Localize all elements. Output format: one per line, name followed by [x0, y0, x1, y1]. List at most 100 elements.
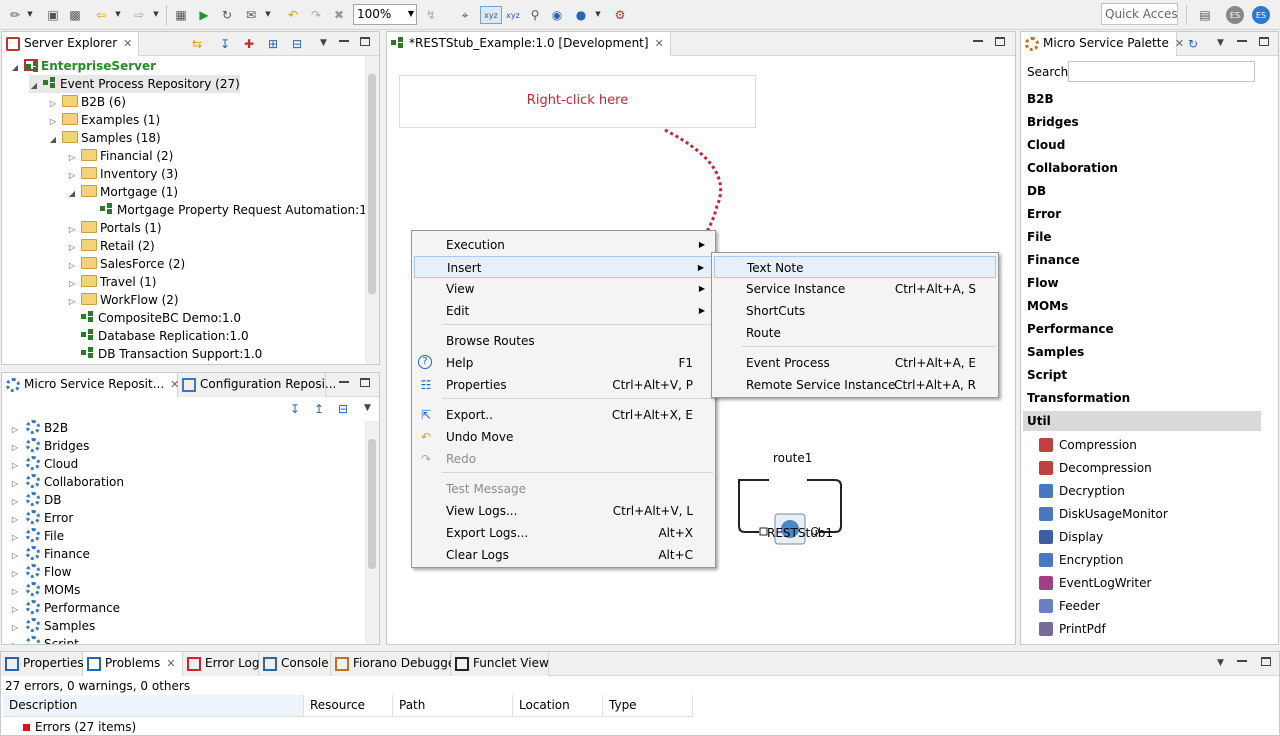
collapse-all-icon[interactable]: ⊟: [288, 35, 306, 53]
tab-error-log[interactable]: Error Log: [183, 652, 260, 676]
palette-category[interactable]: MOMs: [1027, 296, 1068, 316]
context-menu-item[interactable]: Clear Logs Alt+C: [414, 544, 713, 566]
save-icon[interactable]: ▣: [44, 6, 62, 24]
tree-item[interactable]: ▷ Financial (2): [67, 147, 173, 165]
view-menu-icon[interactable]: ▼: [1217, 38, 1224, 48]
submenu-item[interactable]: Text Note: [714, 256, 996, 278]
save-all-icon[interactable]: ▩: [66, 6, 84, 24]
export-icon[interactable]: ↥: [310, 400, 328, 418]
maximize-button[interactable]: [360, 37, 370, 46]
context-menu-item[interactable]: Insert ▶: [414, 256, 713, 278]
open-perspective-icon[interactable]: ▤: [1196, 6, 1214, 24]
repo-item[interactable]: ▷ Cloud: [10, 455, 78, 473]
palette-category[interactable]: Flow: [1027, 273, 1059, 293]
tab-server-explorer[interactable]: Server Explorer ✕: [2, 32, 140, 56]
context-menu-item[interactable]: Browse Routes: [414, 330, 713, 352]
route-label[interactable]: route1: [771, 451, 815, 465]
context-menu-item[interactable]: ☷ Properties Ctrl+Alt+V, P: [414, 374, 713, 396]
context-menu-item[interactable]: Edit ▶: [414, 300, 713, 322]
palette-category[interactable]: Error: [1027, 204, 1061, 224]
xyz-icon[interactable]: xyz: [504, 6, 522, 24]
column-header[interactable]: Type: [603, 695, 693, 717]
close-icon[interactable]: ✕: [123, 37, 132, 50]
tree-item[interactable]: ▷ Portals (1): [67, 219, 162, 237]
column-header[interactable]: Resource: [304, 695, 393, 717]
palette-item[interactable]: Display: [1039, 527, 1103, 547]
tree-item[interactable]: ◢ Event Process Repository (27): [29, 75, 240, 93]
forward-icon[interactable]: ⇨: [130, 6, 148, 24]
mail-dropdown[interactable]: ▼: [264, 9, 272, 19]
palette-item[interactable]: Compression: [1039, 435, 1137, 455]
submenu-item[interactable]: ShortCuts: [714, 300, 996, 322]
refresh-palette-icon[interactable]: ↻: [1184, 35, 1202, 53]
tree-item[interactable]: ▷ Inventory (3): [67, 165, 178, 183]
palette-category[interactable]: Cloud: [1027, 135, 1065, 155]
collapse-icon[interactable]: ◢: [29, 77, 39, 95]
tree-item[interactable]: ▷ WorkFlow (2): [67, 291, 179, 309]
palette-item[interactable]: Decryption: [1039, 481, 1125, 501]
palette-item[interactable]: EventLogWriter: [1039, 573, 1151, 593]
repo-item[interactable]: ▷ Flow: [10, 563, 71, 581]
back-dropdown[interactable]: ▼: [114, 9, 122, 19]
close-icon[interactable]: ✕: [655, 37, 664, 50]
run-icon[interactable]: ▶: [195, 6, 213, 24]
close-icon[interactable]: ✕: [1175, 37, 1184, 50]
tab-problems[interactable]: Problems ✕: [83, 652, 183, 676]
minimize-button[interactable]: [339, 381, 349, 383]
perspective-es-gray-icon[interactable]: ES: [1226, 6, 1244, 24]
import-icon[interactable]: ↧: [216, 35, 234, 53]
mail-icon[interactable]: ✉: [242, 6, 260, 24]
repo-item[interactable]: ▷ Collaboration: [10, 473, 124, 491]
find-icon[interactable]: ⚲: [526, 6, 544, 24]
repository-scrollbar[interactable]: [365, 421, 379, 644]
context-menu-item[interactable]: View Logs... Ctrl+Alt+V, L: [414, 500, 713, 522]
repo-item[interactable]: ▷ DB: [10, 491, 61, 509]
calendar-icon[interactable]: ▦: [172, 6, 190, 24]
context-menu-item[interactable]: ⇱ Export.. Ctrl+Alt+X, E: [414, 404, 713, 426]
tree-item[interactable]: ▷ Examples (1): [48, 111, 160, 129]
submenu-item[interactable]: Route: [714, 322, 996, 344]
tree-item[interactable]: CompositeBC Demo:1.0: [67, 309, 241, 327]
column-header[interactable]: Description: [3, 695, 304, 717]
close-icon[interactable]: ✕: [166, 657, 175, 670]
repo-item[interactable]: ▷ Bridges: [10, 437, 89, 455]
context-menu-item[interactable]: ↶ Undo Move: [414, 426, 713, 448]
minimize-button[interactable]: [1237, 660, 1247, 662]
expand-all-icon[interactable]: ⊞: [264, 35, 282, 53]
submenu-item[interactable]: Service Instance Ctrl+Alt+A, S: [714, 278, 996, 300]
repo-item[interactable]: ▷ Finance: [10, 545, 90, 563]
palette-category[interactable]: Script: [1027, 365, 1067, 385]
tree-item[interactable]: Mortgage Property Request Automation:1.0: [86, 201, 378, 219]
palette-category[interactable]: Bridges: [1027, 112, 1079, 132]
collapse-icon[interactable]: ◢: [48, 131, 58, 149]
palette-item[interactable]: Encryption: [1039, 550, 1123, 570]
minimize-button[interactable]: [973, 40, 983, 42]
palette-category[interactable]: Transformation: [1027, 388, 1130, 408]
column-header[interactable]: Path: [393, 695, 513, 717]
forward-dropdown[interactable]: ▼: [152, 9, 160, 19]
table-row[interactable]: Errors (27 items): [23, 720, 136, 734]
import-icon[interactable]: ↧: [286, 400, 304, 418]
xyz-layout-icon[interactable]: xyz: [480, 6, 502, 24]
tree-item[interactable]: ▷ SalesForce (2): [67, 255, 185, 273]
palette-category[interactable]: Finance: [1027, 250, 1080, 270]
palette-category[interactable]: Samples: [1027, 342, 1084, 362]
redo-icon[interactable]: ↷: [307, 6, 325, 24]
server-tree-scrollbar[interactable]: [365, 56, 379, 364]
palette-scrollbar[interactable]: [1264, 56, 1278, 644]
maximize-button[interactable]: [1261, 657, 1271, 666]
palette-item[interactable]: DiskUsageMonitor: [1039, 504, 1168, 524]
sync-icon[interactable]: ⇆: [188, 35, 206, 53]
view-menu-icon[interactable]: ▼: [1217, 658, 1224, 668]
submenu-item[interactable]: Remote Service Instance Ctrl+Alt+A, R: [714, 374, 996, 396]
maximize-button[interactable]: [1259, 37, 1269, 46]
debug-icon[interactable]: ⚙: [611, 6, 629, 24]
pin-icon[interactable]: ●: [572, 6, 590, 24]
repo-item[interactable]: ▷ File: [10, 527, 64, 545]
column-header[interactable]: Location: [513, 695, 603, 717]
minimize-button[interactable]: [339, 40, 349, 42]
context-menu-item[interactable]: ↷ Redo: [414, 448, 713, 470]
maximize-button[interactable]: [360, 378, 370, 387]
view-menu-icon[interactable]: ▼: [364, 403, 371, 413]
palette-category[interactable]: File: [1027, 227, 1052, 247]
